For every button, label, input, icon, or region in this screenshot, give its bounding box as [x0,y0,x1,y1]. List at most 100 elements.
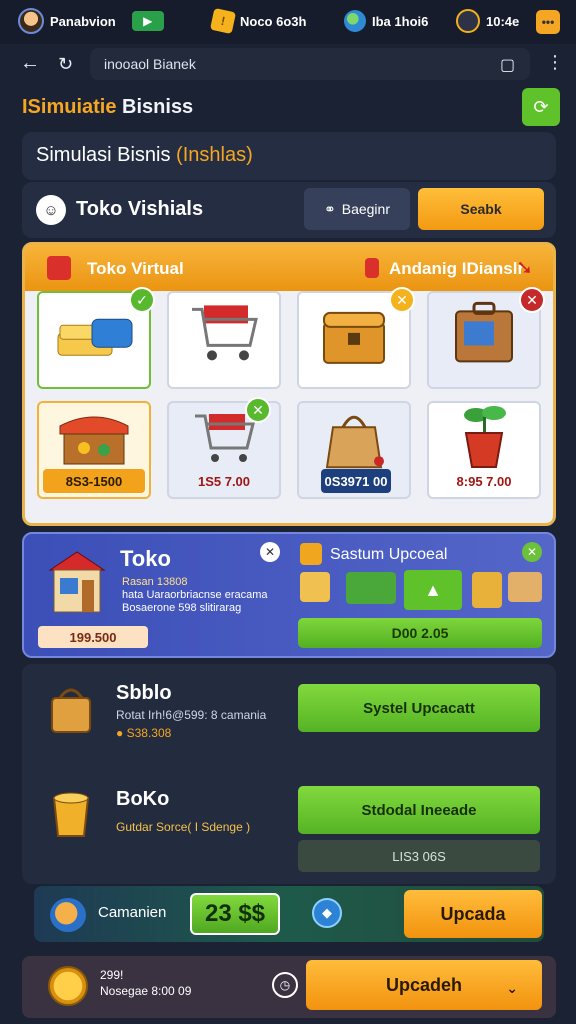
store-upgrade-banner: Toko Rasan 13808 hata Uaraorbriacnse era… [22,532,556,658]
upgrade-main-label: Upcada [440,903,506,924]
url-input[interactable]: inooaol Bianek [90,48,530,80]
upgrade-button[interactable]: Stdodal Ineeade [298,786,540,834]
upgrade-item-desc: Gutdar Sorce( I Sdenge ) [116,820,251,834]
bottom-line-1: 299! [100,968,124,982]
player-profile[interactable]: Panabvion ▶ [18,8,164,34]
search-button[interactable]: Seabk [418,188,544,230]
bottom-line-2: Nosegae 8:00 09 [100,984,192,998]
time-value: 10:4e [486,13,520,29]
upgrade-item-cost: ● S38.308 [116,726,171,740]
status-bar: Panabvion ▶ ! Noco 6o3h Iba 1hoi6 10:4e … [0,0,576,44]
upgrade-item-name: BoKo [116,788,170,810]
gift-icon [300,572,330,602]
store-cost: 199.500 [38,626,148,648]
begin-button[interactable]: ⚭ Baeginr [304,188,410,230]
crate-icon [508,572,542,602]
title-prefix: ISimuiatie [22,96,117,118]
upgrade-item-desc: Rotat Irh!6@599: 8 camania [116,708,267,722]
store-detail-1: Rasan 13808 [122,576,188,588]
upgrade-button-label: Stdodal Ineeade [361,801,477,819]
potted-plant-icon [464,406,506,468]
upgrade-item-cost-value: S38.308 [126,726,172,740]
crate-bucket-icon [51,688,91,733]
avatar[interactable] [18,8,44,34]
clock-icon [456,9,480,33]
simulation-header: Simulasi Bisnis (Inshlas) [22,132,556,180]
egg-icon [50,898,86,932]
fabric-stack-icon [57,318,133,356]
upgrade-item-name: Sbblo [116,682,172,704]
store-house-icon [48,551,106,613]
sim-title-main: Simulasi Bisnis [36,144,177,166]
bottom-upgrade-label: Upcadeh [385,974,463,995]
item-price: 1S5 7.00 [197,473,251,489]
reload-icon[interactable]: ↻ [58,54,73,75]
shop-header: Toko Virtual Andanig IDianslr ➘ [25,245,553,291]
coins-counter: ! Noco 6o3h [209,7,306,35]
shop-item-tile[interactable]: ✕ 1S5 7.00 [167,397,281,499]
globe-counter: Iba 1hoi6 [344,10,428,32]
upgrade-main-button[interactable]: Upcada [404,890,542,938]
shop-item-tile[interactable]: 0S3971 00 [297,401,411,499]
remove-icon[interactable]: ✕ [519,287,545,313]
back-arrow-icon[interactable]: ← [20,52,40,75]
coin-icon: ! [209,7,237,35]
store-title: Toko [120,546,171,571]
shop-item-tile[interactable]: 8S3-1500 [37,401,151,499]
tab-icon[interactable]: ▢ [500,55,515,75]
close-upgrade-icon[interactable]: ✕ [522,542,542,562]
bottom-upgrade-button[interactable]: Upcadeh ⌄ [306,960,542,1010]
upgrade-arrow-icon[interactable]: ▲ [404,570,462,610]
trend-icon [365,258,379,278]
upgrade-button[interactable]: Systel Upcacatt [298,684,540,732]
sim-title-accent: (Inshlas) [176,144,253,166]
check-icon[interactable]: ✕ [245,397,271,423]
upgrade-cost-button[interactable]: LIS3 06S [298,840,540,872]
play-icon[interactable]: ▶ [131,11,164,31]
item-price: 8S3-1500 [43,469,145,493]
shop-item-tile[interactable]: ✕ [427,287,545,389]
upgrade-list: Sbblo Rotat Irh!6@599: 8 camania ● S38.3… [22,664,556,884]
arrow-down-icon: ➘ [516,257,533,279]
coin-icon [48,966,88,1006]
store-row: ☺ Toko Vishials ⚭ Baeginr Seabk [22,182,556,238]
more-menu-icon[interactable]: ⋮ [546,52,564,73]
item-price: 0S3971 00 [321,469,391,493]
shop-left-label: Toko Virtual [87,259,184,278]
store-name: Toko Vishials [76,198,204,220]
shop-item-tile[interactable]: ✕ [297,287,415,389]
suitcase-icon [455,301,513,363]
bucket-icon [472,572,502,608]
url-text: inooaol Bianek [104,56,196,72]
close-icon[interactable]: ✕ [260,542,280,562]
shop-item-tile[interactable]: ✓ [37,287,155,389]
virtual-shop: Toko Virtual Andanig IDianslr ➘ ✓ ✕ ✕ 8S… [22,242,556,526]
menu-icon[interactable]: ••• [536,10,560,34]
refresh-button[interactable]: ⟳ [522,88,560,126]
currency-value: 23 $$ [190,893,280,935]
star-badge-icon[interactable]: ✕ [389,287,415,313]
check-icon[interactable]: ✓ [129,287,155,313]
treasure-chest-icon [323,311,385,364]
title-main: Bisniss [116,96,194,118]
bottom-action-bar: 299! Nosegae 8:00 09 ◷ Upcadeh ⌄ [22,956,556,1018]
browser-bar: ← ↻ inooaol Bianek ▢ ⋮ [0,44,576,84]
boxes-icon [346,572,396,604]
shield-icon[interactable]: ◆ [312,898,342,928]
shop-item-tile[interactable] [167,291,281,389]
upgrade-buy-label: D00 2.05 [391,625,449,641]
shop-right-label: Andanig IDianslr [389,259,525,278]
shopping-cart-icon [192,305,258,361]
timer-icon[interactable]: ◷ [272,972,298,998]
shop-item-tile[interactable]: 8:95 7.00 [427,401,541,499]
page-title: ISimuiatie Bisniss [22,96,193,119]
upgrade-buy-button[interactable]: D00 2.05 [298,618,542,648]
store-icon: ☺ [36,195,66,225]
begin-button-label: Baeginr [341,201,390,217]
globe-icon [344,10,366,32]
store-detail-2: hata Uaraorbriacnse eracama [122,589,268,601]
shop-box-icon [47,256,71,280]
store-detail-3: Bosaerone 598 slitirarag [122,602,242,614]
handshake-icon: ⚭ [324,200,336,217]
upgrade-title: Sastum Upcoeal [330,546,448,563]
